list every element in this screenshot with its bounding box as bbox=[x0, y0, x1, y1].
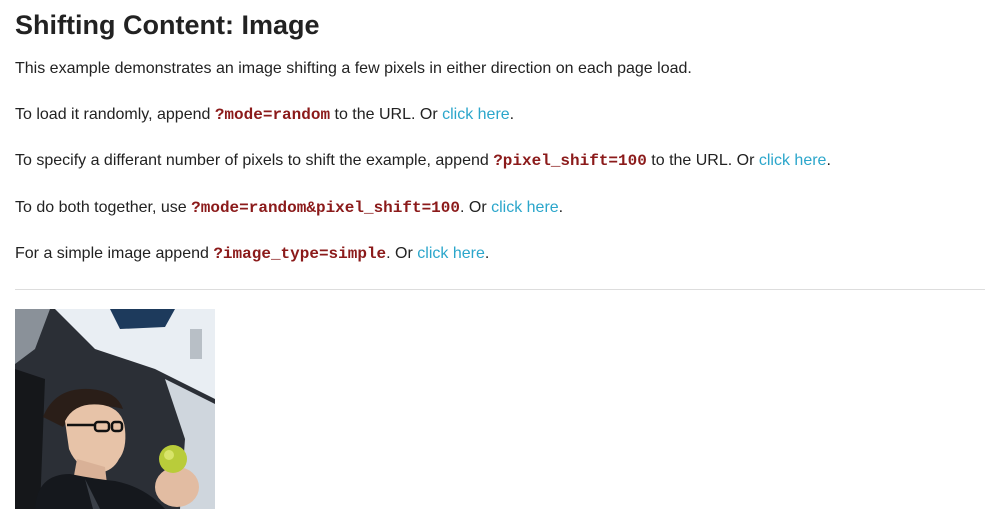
pixel-shift-link[interactable]: click here bbox=[759, 152, 827, 169]
both-code: ?mode=random&pixel_shift=100 bbox=[191, 199, 460, 217]
pixel-shift-prefix: To specify a differant number of pixels … bbox=[15, 152, 494, 169]
both-link[interactable]: click here bbox=[491, 199, 559, 216]
simple-image-code: ?image_type=simple bbox=[213, 245, 387, 263]
main-content: Shifting Content: Image This example dem… bbox=[0, 0, 1000, 509]
page-title: Shifting Content: Image bbox=[15, 10, 320, 40]
shifting-image bbox=[15, 309, 215, 509]
simple-image-link[interactable]: click here bbox=[417, 245, 485, 262]
random-mode-paragraph: To load it randomly, append ?mode=random… bbox=[15, 104, 514, 126]
random-mode-code: ?mode=random bbox=[214, 106, 331, 124]
both-suffix: . bbox=[558, 199, 564, 216]
divider bbox=[15, 289, 985, 290]
both-prefix: To do both together, use bbox=[15, 199, 192, 216]
random-suffix: . bbox=[509, 106, 515, 123]
random-prefix: To load it randomly, append bbox=[15, 106, 215, 123]
pixel-shift-paragraph: To specify a differant number of pixels … bbox=[15, 150, 831, 172]
simple-middle: . Or bbox=[386, 245, 418, 262]
both-paragraph: To do both together, use ?mode=random&pi… bbox=[15, 197, 563, 219]
person-in-car-photo-icon bbox=[15, 309, 215, 509]
pixel-shift-code: ?pixel_shift=100 bbox=[493, 152, 647, 170]
pixel-shift-suffix: . bbox=[826, 152, 831, 169]
pixel-shift-middle: to the URL. Or bbox=[646, 152, 759, 169]
simple-image-paragraph: For a simple image append ?image_type=si… bbox=[15, 243, 489, 265]
simple-prefix: For a simple image append bbox=[15, 245, 214, 262]
both-middle: . Or bbox=[459, 199, 492, 216]
random-mode-link[interactable]: click here bbox=[442, 106, 510, 123]
simple-suffix: . bbox=[484, 245, 490, 262]
intro-paragraph: This example demonstrates an image shift… bbox=[15, 60, 692, 77]
random-middle: to the URL. Or bbox=[330, 106, 443, 123]
